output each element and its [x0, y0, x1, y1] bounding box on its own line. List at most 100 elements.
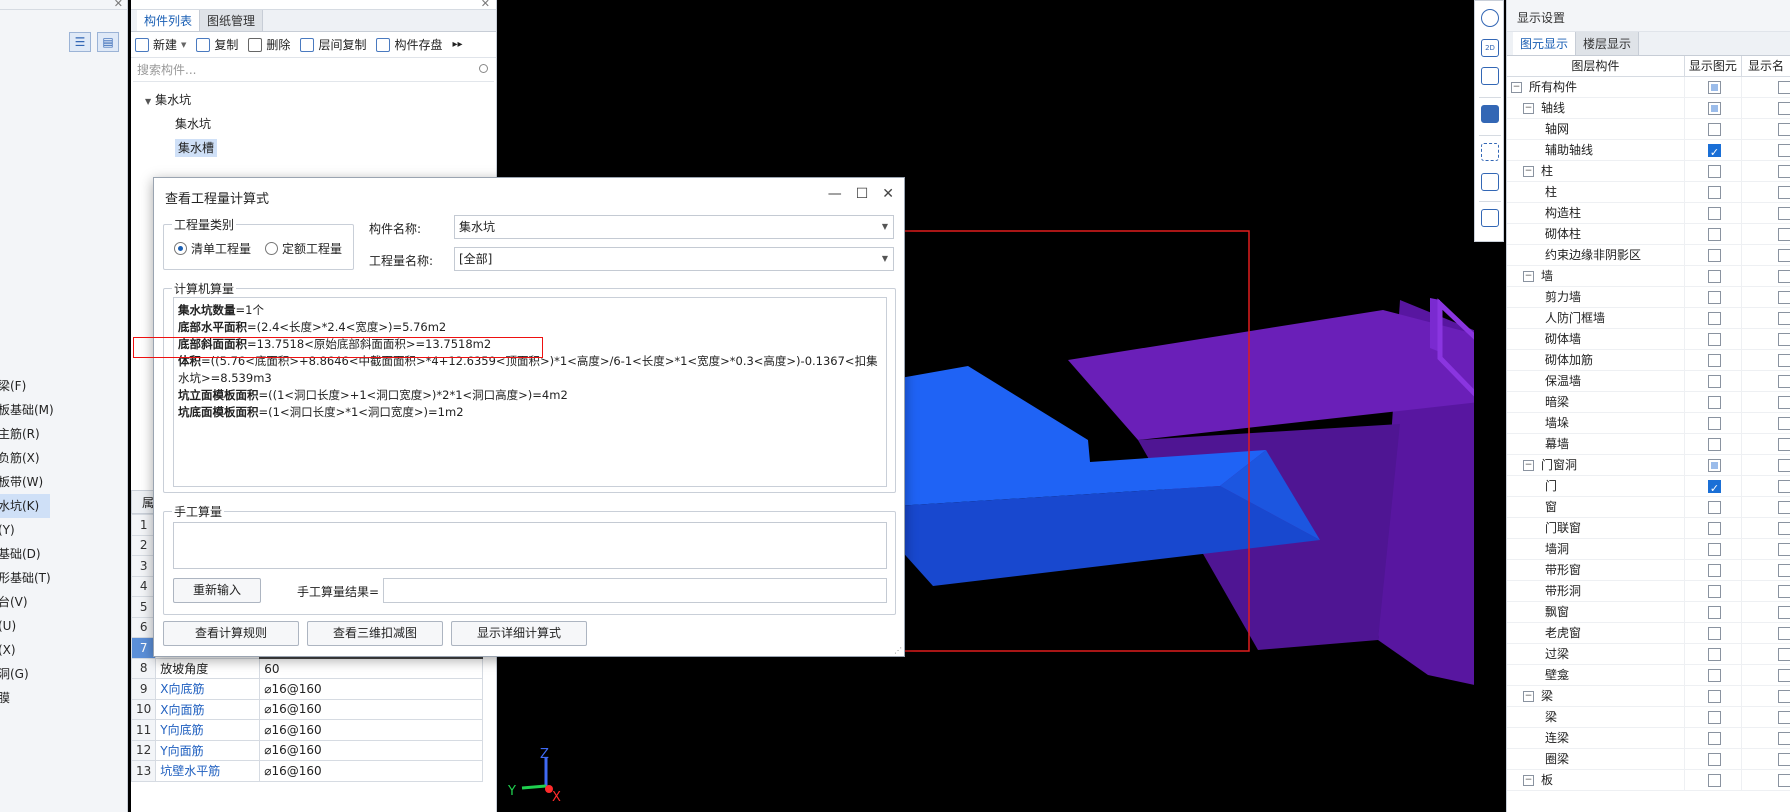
- show-element-checkbox[interactable]: [1707, 333, 1721, 346]
- show-element-checkbox[interactable]: [1707, 207, 1721, 220]
- collapse-icon[interactable]: −: [1523, 103, 1534, 114]
- collapse-icon[interactable]: −: [1523, 775, 1534, 786]
- property-value[interactable]: ⌀16@160: [259, 719, 483, 741]
- property-value[interactable]: ⌀16@160: [259, 678, 483, 700]
- show-name-checkbox[interactable]: [1778, 186, 1790, 199]
- show-name-checkbox[interactable]: [1778, 291, 1790, 304]
- property-value[interactable]: ⌀16@160: [259, 698, 483, 720]
- close-icon[interactable]: ✕: [882, 186, 894, 202]
- nav-item[interactable]: 台(V): [0, 590, 127, 614]
- display-settings-icon[interactable]: [1481, 209, 1499, 227]
- show-element-checkbox[interactable]: [1707, 142, 1721, 163]
- property-value[interactable]: ⌀16@160: [259, 760, 483, 782]
- search-input[interactable]: 搜索构件...: [133, 60, 494, 82]
- view-3d-deduction-button[interactable]: 查看三维扣减图: [307, 621, 443, 646]
- orbit-icon[interactable]: [1481, 9, 1499, 27]
- show-name-checkbox[interactable]: [1778, 102, 1790, 115]
- show-name-checkbox[interactable]: [1778, 627, 1790, 640]
- property-row[interactable]: 12 Y向面筋 ⌀16@160: [130, 739, 483, 761]
- show-name-checkbox[interactable]: [1778, 690, 1790, 703]
- maximize-icon[interactable]: ☐: [856, 186, 869, 202]
- tab-element-display[interactable]: 图元显示: [1513, 32, 1577, 55]
- show-element-checkbox[interactable]: [1707, 648, 1721, 661]
- show-name-checkbox[interactable]: [1778, 249, 1790, 262]
- show-element-checkbox[interactable]: [1707, 312, 1721, 325]
- show-name-checkbox[interactable]: [1778, 774, 1790, 787]
- show-element-checkbox[interactable]: [1707, 669, 1721, 682]
- nav-item[interactable]: (Y): [0, 518, 127, 542]
- show-element-checkbox[interactable]: [1707, 606, 1721, 619]
- collapse-icon[interactable]: −: [1523, 460, 1534, 471]
- show-element-checkbox[interactable]: [1707, 270, 1721, 283]
- show-detail-formula-button[interactable]: 显示详细计算式: [451, 621, 587, 646]
- show-element-checkbox[interactable]: [1707, 627, 1721, 640]
- 3d-box-icon[interactable]: [1481, 67, 1499, 85]
- solid-box-icon[interactable]: [1481, 105, 1499, 123]
- show-element-checkbox[interactable]: [1707, 459, 1721, 472]
- nav-item[interactable]: (X): [0, 638, 127, 662]
- show-element-checkbox[interactable]: [1707, 522, 1721, 535]
- show-name-checkbox[interactable]: [1778, 585, 1790, 598]
- nav-item[interactable]: 基础(D): [0, 542, 127, 566]
- show-element-checkbox[interactable]: [1707, 732, 1721, 745]
- property-row[interactable]: 10 X向面筋 ⌀16@160: [130, 698, 483, 720]
- delete-button[interactable]: 删除: [248, 36, 290, 53]
- show-name-checkbox[interactable]: [1778, 438, 1790, 451]
- show-name-checkbox[interactable]: [1778, 459, 1790, 472]
- show-name-checkbox[interactable]: [1778, 564, 1790, 577]
- show-name-checkbox[interactable]: [1778, 417, 1790, 430]
- nav-item[interactable]: 洞(G): [0, 662, 127, 686]
- show-element-checkbox[interactable]: [1707, 417, 1721, 430]
- show-element-checkbox[interactable]: [1707, 186, 1721, 199]
- show-name-checkbox[interactable]: [1778, 270, 1790, 283]
- show-name-checkbox[interactable]: [1778, 165, 1790, 178]
- show-element-checkbox[interactable]: [1707, 249, 1721, 262]
- show-name-checkbox[interactable]: [1778, 312, 1790, 325]
- show-name-checkbox[interactable]: [1778, 732, 1790, 745]
- show-element-checkbox[interactable]: [1707, 438, 1721, 451]
- tab-drawing-management[interactable]: 图纸管理: [200, 10, 264, 31]
- show-name-checkbox[interactable]: [1778, 480, 1790, 493]
- nav-item[interactable]: 梁(F): [0, 374, 127, 398]
- show-name-checkbox[interactable]: [1778, 543, 1790, 556]
- show-name-checkbox[interactable]: [1778, 354, 1790, 367]
- show-name-checkbox[interactable]: [1778, 711, 1790, 724]
- close-icon[interactable]: ✕: [481, 0, 490, 10]
- show-element-checkbox[interactable]: [1707, 123, 1721, 136]
- property-row[interactable]: 8 放坡角度 60: [130, 657, 483, 679]
- show-name-checkbox[interactable]: [1778, 333, 1790, 346]
- show-name-checkbox[interactable]: [1778, 375, 1790, 388]
- nav-item[interactable]: 膜: [0, 686, 127, 710]
- show-name-checkbox[interactable]: [1778, 606, 1790, 619]
- new-button[interactable]: 新建 ▼: [135, 36, 186, 53]
- show-name-checkbox[interactable]: [1778, 648, 1790, 661]
- property-value[interactable]: ⌀16@160: [259, 739, 483, 761]
- collapse-icon[interactable]: −: [1523, 271, 1534, 282]
- minimize-icon[interactable]: —: [828, 186, 842, 202]
- calc-formula-text[interactable]: 集水坑数量=1个 底部水平面积=(2.4<长度>*2.4<宽度>)=5.76m2 底…: [173, 297, 887, 487]
- copy-button[interactable]: 复制: [196, 36, 238, 53]
- detail-view-icon[interactable]: ▤: [97, 32, 119, 52]
- tab-floor-display[interactable]: 楼层显示: [1576, 32, 1640, 55]
- collapse-icon[interactable]: −: [1511, 82, 1522, 93]
- show-name-checkbox[interactable]: [1778, 144, 1790, 157]
- property-row[interactable]: 9 X向底筋 ⌀16@160: [130, 678, 483, 700]
- show-name-checkbox[interactable]: [1778, 207, 1790, 220]
- collapse-icon[interactable]: −: [1523, 166, 1534, 177]
- show-name-checkbox[interactable]: [1778, 501, 1790, 514]
- show-name-checkbox[interactable]: [1778, 123, 1790, 136]
- show-element-checkbox[interactable]: [1707, 478, 1721, 499]
- show-element-checkbox[interactable]: [1707, 228, 1721, 241]
- reenter-button[interactable]: 重新输入: [173, 578, 261, 603]
- show-element-checkbox[interactable]: [1707, 543, 1721, 556]
- nav-item[interactable]: 水坑(K): [0, 494, 50, 518]
- view-cube-icon[interactable]: [1481, 173, 1499, 191]
- show-element-checkbox[interactable]: [1707, 774, 1721, 787]
- show-element-checkbox[interactable]: [1707, 690, 1721, 703]
- manual-calc-input[interactable]: [173, 522, 887, 569]
- property-row[interactable]: 11 Y向底筋 ⌀16@160: [130, 719, 483, 741]
- nav-item[interactable]: 板基础(M): [0, 398, 127, 422]
- more-icon[interactable]: ▸▸: [452, 39, 462, 50]
- property-row[interactable]: 13 坑壁水平筋 ⌀16@160: [130, 760, 483, 782]
- tree-item-sump[interactable]: 集水坑: [131, 112, 496, 136]
